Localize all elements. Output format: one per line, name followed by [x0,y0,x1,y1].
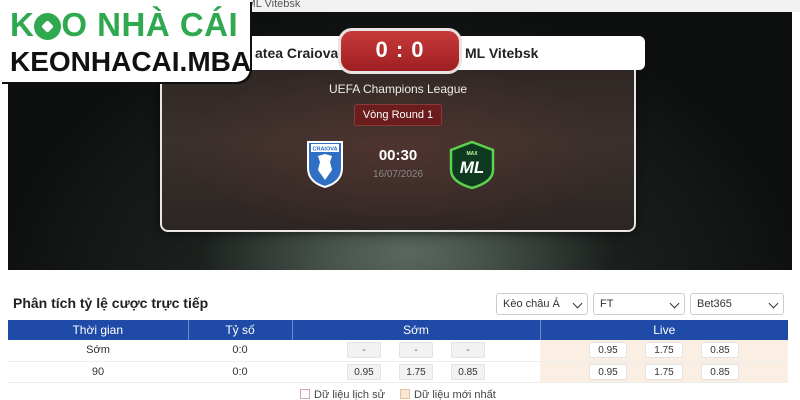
table-header-row: Thời gian Tỷ số Sớm Live [8,320,788,340]
col-time: Thời gian [8,320,189,340]
kickoff-time: 00:30 [378,147,418,164]
odds-table: Thời gian Tỷ số Sớm Live Sớm 0:0 --- 0.9… [8,320,788,383]
odds-type-select[interactable]: Kèo châu Á [496,293,588,315]
legend-latest: Dữ liệu mới nhất [400,389,496,400]
odds-chip: 1.75 [399,363,433,380]
soccer-ball-icon [34,13,62,40]
legend-swatch [400,389,410,399]
odds-chip: 1.75 [645,363,683,380]
col-score: Tỷ số [188,320,293,340]
away-crest-icon[interactable]: MAX ML [447,140,497,190]
brand-prefix: K [10,6,35,43]
col-live: Live [540,320,788,340]
chevron-down-icon [768,298,779,309]
col-early: Sớm [292,320,541,340]
odds-panel-title: Phân tích tỷ lệ cược trực tiếp [13,295,209,311]
match-date: 16/07/2026 [372,169,424,180]
round-badge: Vòng Round 1 [354,104,442,126]
table-row[interactable]: 90 0:0 0.95 1.75 0.85 0.95 1.75 0.85 [8,361,788,383]
score-display: 0 : 0 [338,28,462,74]
odds-chip: 0.95 [589,342,627,359]
odds-chip: 0.95 [347,363,381,380]
brand-domain: KEONHACAI.MBA [10,46,252,77]
chevron-down-icon [572,298,583,309]
odds-chip: 0.85 [701,363,739,380]
home-team-name[interactable]: atea Craiova [255,45,338,61]
odds-chip: - [399,342,433,359]
chevron-down-icon [669,298,680,309]
table-row[interactable]: Sớm 0:0 --- 0.95 1.75 0.85 [8,340,788,362]
home-crest-icon[interactable]: CRAIOVA [306,140,344,188]
period-select[interactable]: FT [593,293,685,315]
brand-suffix: O NHÀ CÁI [61,6,239,43]
away-crest-main: ML [460,158,485,177]
away-crest-top: MAX [466,151,478,157]
legend-history: Dữ liệu lịch sử [300,389,385,400]
bookmaker-select[interactable]: Bet365 [690,293,784,315]
home-crest-label: CRAIOVA [313,147,338,153]
odds-chip: - [347,342,381,359]
brand-logo[interactable]: K O NHÀ CÁI KEONHACAI.MBA [0,0,252,82]
league-name: UEFA Champions League [328,82,468,96]
odds-chip: 1.75 [645,342,683,359]
odds-chip: - [451,342,485,359]
away-team-name[interactable]: ML Vitebsk [465,45,538,61]
odds-chip: 0.85 [451,363,485,380]
odds-chip: 0.85 [701,342,739,359]
legend-swatch [300,389,310,399]
odds-chip: 0.95 [589,363,627,380]
